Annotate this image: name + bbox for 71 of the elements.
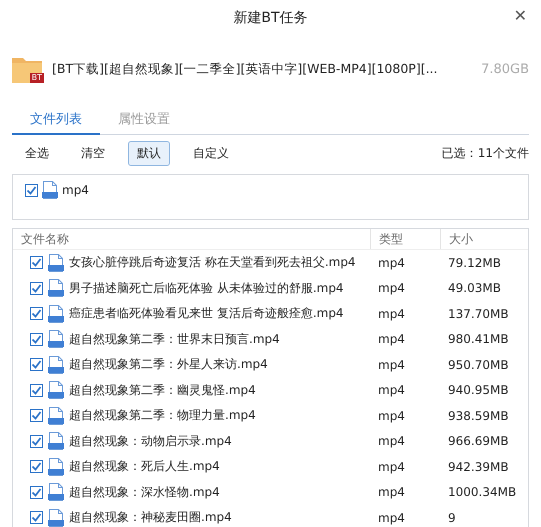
column-header: 类型 bbox=[370, 229, 440, 249]
checkbox[interactable] bbox=[30, 358, 43, 372]
file-name: 超自然现象第二季：幽灵鬼怪.mp4 bbox=[69, 382, 256, 399]
checkbox[interactable] bbox=[30, 460, 43, 474]
video-file-icon bbox=[48, 458, 64, 476]
video-file-icon bbox=[48, 304, 64, 323]
toolbar-button[interactable]: 自定义 bbox=[184, 141, 238, 166]
file-size: 940.95MB bbox=[447, 383, 510, 398]
file-name: 癌症患者临死体验看见来世 复活后奇迹般痊愈.mp4 bbox=[69, 305, 344, 322]
video-file-icon bbox=[48, 356, 64, 374]
file-name: 超自然现象第二季：外星人来访.mp4 bbox=[69, 356, 268, 374]
toolbar-button[interactable]: 全选 bbox=[16, 141, 58, 166]
file-size: 1000.34MB bbox=[447, 485, 518, 500]
checkbox[interactable] bbox=[30, 256, 43, 270]
file-size: 137.70MB bbox=[447, 306, 510, 321]
torrent-folder-icon: BT bbox=[12, 55, 44, 83]
file-type: mp4 bbox=[377, 358, 406, 372]
checkbox[interactable] bbox=[30, 511, 43, 524]
file-type: mp4 bbox=[377, 383, 406, 398]
toolbar-button[interactable]: 清空 bbox=[72, 141, 114, 166]
file-size: 966.69MB bbox=[447, 434, 510, 448]
video-file-icon bbox=[48, 381, 64, 400]
close-button[interactable]: ✕ bbox=[510, 6, 531, 25]
column-header: 大小 bbox=[440, 229, 528, 249]
video-file-icon bbox=[48, 432, 64, 450]
checkbox[interactable] bbox=[30, 282, 43, 295]
file-name: 超自然现象第二季：世界末日预言.mp4 bbox=[69, 330, 280, 348]
torrent-name: [BT下载][超自然现象][一二季全][英语中字][WEB-MP4][1080P][... bbox=[52, 60, 438, 78]
tab[interactable]: 文件列表 bbox=[12, 108, 100, 135]
file-size: 49.03MB bbox=[447, 281, 502, 296]
file-size: 79.12MB bbox=[447, 256, 502, 270]
selection-summary: 已选：11个文件 bbox=[442, 145, 529, 162]
file-type: mp4 bbox=[377, 281, 406, 296]
checkbox[interactable] bbox=[30, 409, 43, 422]
file-name: 超自然现象第二季：物理力量.mp4 bbox=[69, 407, 256, 424]
file-name: 超自然现象：神秘麦田圈.mp4 bbox=[69, 509, 232, 526]
filter-label: mp4 bbox=[62, 183, 89, 197]
window-title: 新建BT任务 bbox=[233, 9, 308, 27]
file-type: mp4 bbox=[377, 460, 406, 474]
file-size: 950.70MB bbox=[447, 358, 510, 372]
video-file-icon bbox=[48, 279, 64, 298]
file-size: 938.59MB bbox=[447, 408, 510, 423]
file-name: 超自然现象：深水怪物.mp4 bbox=[69, 484, 220, 501]
file-size: 9 bbox=[447, 510, 457, 525]
video-file-icon bbox=[48, 483, 64, 502]
checkbox[interactable] bbox=[30, 307, 43, 320]
column-header: 文件名称 bbox=[20, 230, 70, 248]
video-file-icon bbox=[48, 330, 64, 348]
file-type: mp4 bbox=[377, 332, 406, 346]
file-size: 942.39MB bbox=[447, 460, 510, 474]
checkbox[interactable] bbox=[30, 486, 43, 499]
checkbox[interactable] bbox=[25, 184, 38, 196]
file-size: 980.41MB bbox=[447, 332, 510, 346]
file-name: 超自然现象：死后人生.mp4 bbox=[69, 458, 220, 476]
file-type: mp4 bbox=[377, 434, 406, 448]
torrent-size: 7.80GB bbox=[481, 62, 529, 76]
file-type: mp4 bbox=[377, 306, 406, 321]
video-file-icon bbox=[42, 181, 58, 199]
file-name: 超自然现象：动物启示录.mp4 bbox=[69, 432, 232, 450]
video-file-icon bbox=[48, 254, 64, 272]
file-type: mp4 bbox=[377, 256, 406, 270]
file-type: mp4 bbox=[377, 485, 406, 500]
file-name: 男子描述脑死亡后临死体验 从未体验过的舒服.mp4 bbox=[69, 280, 344, 297]
file-type: mp4 bbox=[377, 510, 406, 525]
checkbox[interactable] bbox=[30, 434, 43, 448]
toolbar-button[interactable]: 默认 bbox=[128, 141, 170, 166]
file-type: mp4 bbox=[377, 408, 406, 423]
file-name: 女孩心脏停跳后奇迹复活 称在天堂看到死去祖父.mp4 bbox=[69, 254, 356, 272]
checkbox[interactable] bbox=[30, 332, 43, 346]
video-file-icon bbox=[48, 406, 64, 425]
checkbox[interactable] bbox=[30, 384, 43, 397]
